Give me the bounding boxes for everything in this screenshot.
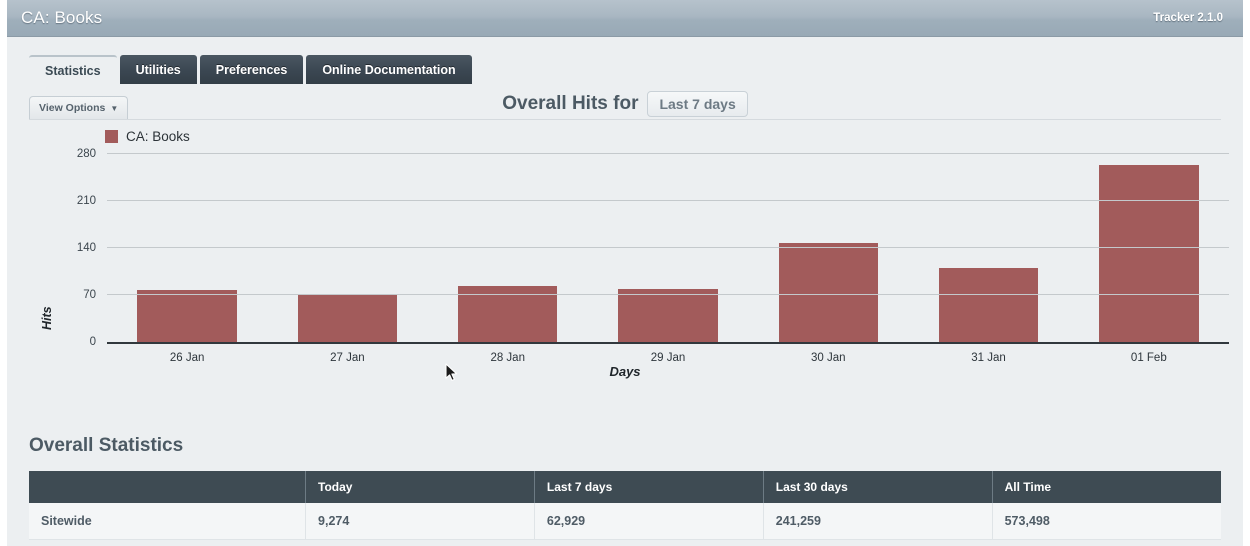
gridline bbox=[107, 247, 1229, 248]
tab-online-documentation[interactable]: Online Documentation bbox=[306, 55, 472, 84]
date-range-selector[interactable]: Last 7 days bbox=[647, 91, 748, 117]
row-label-sitewide: Sitewide bbox=[29, 503, 307, 540]
bar-group: 28 Jan bbox=[428, 154, 588, 364]
x-axis-line bbox=[107, 342, 1229, 344]
app-window: CA: Books Tracker 2.1.0 Statistics Utili… bbox=[0, 0, 1250, 546]
chart-title-text: Overall Hits for bbox=[502, 93, 639, 114]
chart-plot-area: 26 Jan 27 Jan 28 Jan 29 Jan 30 Jan 31 Jan 01 F… bbox=[77, 148, 1229, 364]
cell-sitewide-last7: 62,929 bbox=[534, 503, 764, 540]
title-bar: CA: Books Tracker 2.1.0 bbox=[7, 0, 1243, 37]
y-axis-tick: 210 bbox=[76, 195, 96, 207]
page-title: CA: Books bbox=[21, 8, 103, 27]
bar-group: 26 Jan bbox=[107, 154, 267, 364]
x-axis-tick: 30 Jan bbox=[811, 352, 846, 364]
title-divider bbox=[29, 119, 1221, 120]
legend-label-ca-books: CA: Books bbox=[126, 129, 190, 144]
legend-swatch-ca-books bbox=[105, 130, 118, 143]
column-header-last-7-days: Last 7 days bbox=[534, 471, 764, 503]
chart-panel: View Options ▼ Overall Hits for Last 7 d… bbox=[7, 84, 1243, 427]
y-axis-tick: 280 bbox=[76, 148, 96, 160]
tab-preferences[interactable]: Preferences bbox=[199, 55, 304, 84]
bar-group: 30 Jan bbox=[748, 154, 908, 364]
y-axis-tick: 140 bbox=[76, 242, 96, 254]
chart-title: Overall Hits for Last 7 days bbox=[7, 91, 1243, 117]
chevron-down-icon: ▼ bbox=[110, 103, 119, 113]
bar[interactable] bbox=[618, 288, 718, 342]
column-header-all-time: All Time bbox=[992, 471, 1221, 503]
y-axis-tick: 70 bbox=[83, 289, 96, 301]
overall-statistics-table: Today Last 7 days Last 30 days All Time … bbox=[29, 471, 1221, 540]
view-options-button[interactable]: View Options ▼ bbox=[29, 96, 129, 119]
column-header-last-30-days: Last 30 days bbox=[763, 471, 993, 503]
x-axis-tick: 01 Feb bbox=[1130, 352, 1167, 364]
cell-sitewide-today: 9,274 bbox=[305, 503, 535, 540]
table-row: Sitewide 9,274 62,929 241,259 573,498 bbox=[29, 503, 1221, 540]
bar[interactable] bbox=[297, 294, 398, 342]
tab-statistics[interactable]: Statistics bbox=[29, 55, 117, 84]
column-header-today: Today bbox=[305, 471, 535, 503]
gridline bbox=[107, 153, 1229, 154]
x-axis-label: Days bbox=[609, 364, 641, 379]
tab-utilities-label: Utilities bbox=[135, 62, 181, 77]
bar-group: 01 Feb bbox=[1069, 154, 1229, 364]
tab-statistics-label: Statistics bbox=[45, 64, 101, 78]
x-axis-tick: 31 Jan bbox=[971, 352, 1006, 364]
bar[interactable] bbox=[938, 268, 1039, 342]
cell-sitewide-alltime: 573,498 bbox=[992, 503, 1221, 540]
bar[interactable] bbox=[1099, 165, 1199, 342]
bar-group: 27 Jan bbox=[267, 154, 427, 364]
x-axis-tick: 29 Jan bbox=[650, 352, 686, 364]
column-header-metric bbox=[29, 471, 307, 503]
x-axis-tick: 28 Jan bbox=[490, 352, 525, 364]
bar[interactable] bbox=[778, 243, 878, 342]
y-axis-label: Hits bbox=[40, 306, 54, 330]
chart-legend: CA: Books bbox=[105, 129, 190, 144]
overall-statistics-section: Overall Statistics Today Last 7 days Las… bbox=[7, 427, 1243, 540]
gridline bbox=[107, 294, 1229, 295]
tab-bar: Statistics Utilities Preferences Online … bbox=[7, 37, 1243, 84]
bar-group: 29 Jan bbox=[588, 154, 748, 364]
y-axis-tick: 0 bbox=[89, 336, 96, 348]
app-version-label: Tracker 2.1.0 bbox=[1153, 12, 1223, 24]
tab-preferences-label: Preferences bbox=[215, 62, 288, 77]
bar-group: 31 Jan bbox=[908, 154, 1068, 364]
tab-utilities[interactable]: Utilities bbox=[119, 55, 197, 84]
view-options-label: View Options bbox=[39, 102, 106, 114]
x-axis-tick: 27 Jan bbox=[330, 352, 365, 364]
x-axis-tick: 26 Jan bbox=[169, 352, 205, 364]
table-header-row: Today Last 7 days Last 30 days All Time bbox=[29, 471, 1221, 503]
bar[interactable] bbox=[137, 290, 237, 342]
tab-online-documentation-label: Online Documentation bbox=[322, 62, 456, 77]
overall-statistics-heading: Overall Statistics bbox=[29, 435, 184, 456]
bar-series: 26 Jan 27 Jan 28 Jan 29 Jan 30 Jan 31 Jan 01 F… bbox=[107, 154, 1229, 364]
gridline bbox=[107, 200, 1229, 201]
cell-sitewide-last30: 241,259 bbox=[763, 503, 993, 540]
